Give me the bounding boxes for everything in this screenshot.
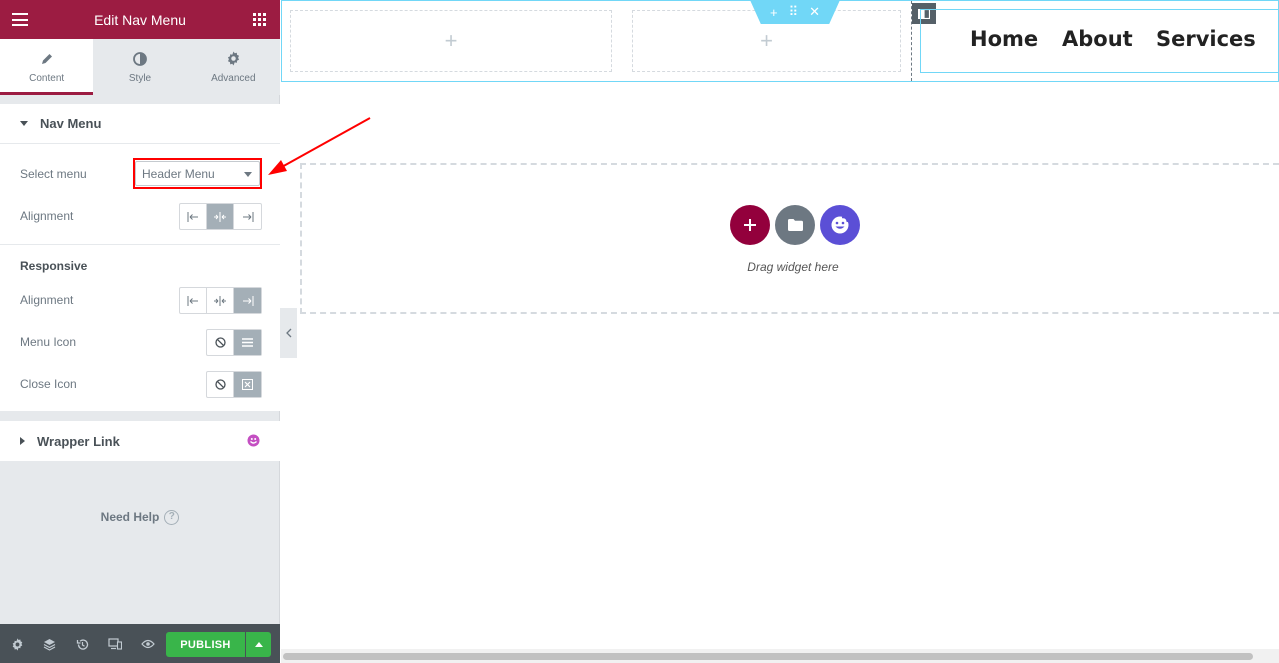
widgets-grid-icon[interactable] [253, 13, 266, 26]
layers-icon[interactable] [42, 637, 56, 651]
need-help-link[interactable]: Need Help? [0, 510, 280, 526]
tab-style-label: Style [128, 72, 152, 84]
half-circle-icon [133, 51, 147, 67]
tab-advanced[interactable]: Advanced [186, 39, 280, 95]
wrapper-link-section[interactable]: Wrapper Link [0, 421, 280, 461]
horizontal-scrollbar[interactable] [281, 649, 1279, 663]
smiley-icon [831, 216, 849, 234]
add-new-section-button[interactable] [730, 205, 770, 245]
align-left-button[interactable] [180, 204, 207, 229]
align-center-button[interactable] [207, 204, 234, 229]
add-widget-plus-icon[interactable]: + [445, 28, 458, 54]
question-circle-icon: ? [164, 510, 180, 526]
bars-icon [242, 338, 253, 347]
drag-widget-hint: Drag widget here [747, 260, 839, 274]
close-box-icon [242, 379, 253, 390]
collapse-panel-button[interactable] [280, 308, 297, 358]
tab-content[interactable]: Content [0, 39, 94, 95]
empty-column-1[interactable]: + [290, 10, 612, 72]
publish-options-button[interactable] [246, 632, 271, 657]
menu-icon-none-button[interactable] [207, 330, 234, 355]
gear-icon [226, 51, 241, 67]
align-center-icon [214, 295, 226, 306]
history-icon[interactable] [75, 637, 89, 651]
ban-icon [214, 337, 226, 348]
nav-item-home[interactable]: Home [970, 27, 1038, 51]
tab-style[interactable]: Style [93, 39, 187, 95]
responsive-align-left-button[interactable] [180, 288, 207, 313]
alignment-control [179, 203, 262, 230]
menu-icon-label: Menu Icon [20, 335, 77, 349]
responsive-align-right-button[interactable] [234, 288, 261, 313]
select-menu-label: Select menu [20, 167, 87, 181]
align-left-icon [187, 295, 198, 306]
nav-menu-section: Nav Menu [0, 104, 280, 411]
responsive-mode-icon[interactable] [108, 637, 122, 651]
tab-advanced-label: Advanced [211, 72, 256, 84]
editor-panel: Edit Nav Menu Content Style Advanced Nav… [0, 0, 280, 663]
tab-content-label: Content [29, 72, 65, 84]
menu-icon-control [206, 329, 262, 356]
align-right-button[interactable] [234, 204, 261, 229]
publish-button[interactable]: PUBLISH [166, 632, 245, 657]
caret-down-icon [20, 121, 28, 126]
delete-section-icon[interactable]: ✕ [809, 4, 820, 20]
responsive-alignment-control [179, 287, 262, 314]
caret-right-icon [20, 437, 25, 445]
settings-gear-icon[interactable] [10, 637, 24, 651]
add-widget-plus-icon[interactable]: + [760, 28, 773, 54]
nav-menu-section-title: Nav Menu [40, 116, 102, 131]
close-icon-control [206, 371, 262, 398]
need-help-label: Need Help [100, 510, 160, 524]
preview-eye-icon[interactable] [141, 637, 155, 651]
panel-header: Edit Nav Menu [0, 0, 280, 39]
align-right-icon [242, 295, 253, 306]
add-template-button[interactable] [775, 205, 815, 245]
alignment-label: Alignment [20, 209, 74, 223]
align-right-icon [242, 211, 253, 222]
scrollbar-thumb[interactable] [283, 653, 1253, 660]
nav-item-about[interactable]: About [1062, 27, 1133, 51]
responsive-alignment-label: Alignment [20, 293, 74, 307]
align-left-icon [187, 211, 198, 222]
drag-handle-icon[interactable]: ⠿ [789, 4, 799, 20]
add-section-icon[interactable]: + [770, 5, 778, 20]
panel-title: Edit Nav Menu [94, 11, 186, 28]
chevron-left-icon [285, 328, 291, 338]
section-divider [0, 244, 280, 245]
menu-icon-bars-button[interactable] [234, 330, 261, 355]
wrapper-link-section-title: Wrapper Link [37, 433, 120, 449]
nav-item-services[interactable]: Services [1156, 27, 1256, 51]
close-icon-none-button[interactable] [207, 372, 234, 397]
responsive-align-center-button[interactable] [207, 288, 234, 313]
section-handle: + ⠿ ✕ [750, 0, 840, 24]
plus-icon [744, 219, 756, 231]
hamburger-menu-icon[interactable] [12, 13, 28, 26]
align-center-icon [214, 211, 226, 222]
annotation-highlight-box [133, 158, 262, 189]
pro-badge-icon [247, 434, 260, 452]
ban-icon [214, 379, 226, 390]
panel-tabs: Content Style Advanced [0, 39, 280, 95]
close-icon-label: Close Icon [20, 377, 77, 391]
ai-assistant-button[interactable] [820, 205, 860, 245]
folder-icon [787, 219, 803, 231]
responsive-heading: Responsive [20, 259, 88, 273]
caret-up-icon [254, 642, 263, 647]
nav-menu-section-header[interactable]: Nav Menu [0, 104, 280, 144]
close-icon-x-button[interactable] [234, 372, 261, 397]
wrapper-link-section-header[interactable]: Wrapper Link [0, 421, 280, 461]
pencil-icon [40, 51, 54, 67]
